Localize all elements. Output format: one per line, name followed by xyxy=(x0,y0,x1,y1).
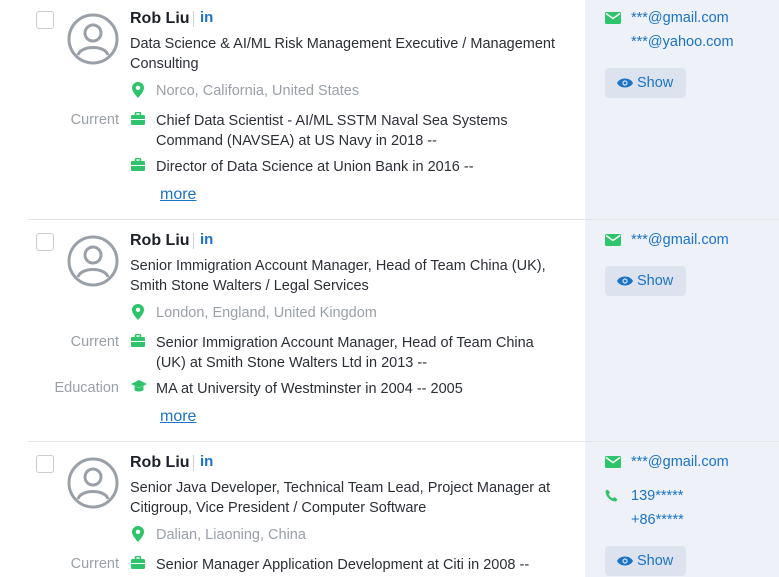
current-position: Senior Manager Application Development a… xyxy=(156,557,530,573)
profile-name[interactable]: Rob Liu xyxy=(130,454,190,472)
current-position: Chief Data Scientist - AI/ML SSTM Naval … xyxy=(156,113,508,149)
select-checkbox[interactable] xyxy=(36,455,54,473)
eye-icon xyxy=(617,78,633,88)
more-link[interactable]: more xyxy=(160,186,196,204)
linkedin-icon[interactable]: in xyxy=(200,453,213,470)
profile-name[interactable]: Rob Liu xyxy=(130,232,190,250)
name-separator xyxy=(193,11,194,27)
email-address[interactable]: ***@yahoo.com xyxy=(631,34,734,50)
profile-location: Dalian, Liaoning, China xyxy=(156,527,306,543)
briefcase-icon xyxy=(131,334,145,347)
show-contact-button[interactable]: Show xyxy=(605,266,686,296)
briefcase-icon xyxy=(131,158,145,171)
email-address[interactable]: ***@gmail.com xyxy=(631,454,729,470)
profile-location: London, England, United Kingdom xyxy=(156,305,377,321)
show-contact-button[interactable]: Show xyxy=(605,68,686,98)
email-icon xyxy=(605,456,621,468)
education-label: Education xyxy=(54,380,120,396)
avatar-icon xyxy=(67,235,119,287)
more-link[interactable]: more xyxy=(160,408,196,426)
email-address[interactable]: ***@gmail.com xyxy=(631,10,729,26)
show-contact-button[interactable]: Show xyxy=(605,546,686,576)
show-label: Show xyxy=(637,75,674,91)
phone-number[interactable]: 139***** xyxy=(631,488,683,504)
email-icon xyxy=(605,12,621,24)
select-checkbox[interactable] xyxy=(36,11,54,29)
card-divider xyxy=(28,441,779,442)
avatar-icon xyxy=(67,457,119,509)
linkedin-icon[interactable]: in xyxy=(200,9,213,26)
current-position: Director of Data Science at Union Bank i… xyxy=(156,159,474,175)
current-label: Current xyxy=(70,556,119,572)
briefcase-icon xyxy=(131,112,145,125)
avatar-icon xyxy=(67,13,119,65)
profile-headline: Data Science & AI/ML Risk Management Exe… xyxy=(130,36,556,72)
show-label: Show xyxy=(637,553,674,569)
profile-name[interactable]: Rob Liu xyxy=(130,10,190,28)
current-label: Current xyxy=(70,112,119,128)
phone-icon xyxy=(605,489,618,502)
location-pin-icon xyxy=(132,304,144,320)
select-checkbox[interactable] xyxy=(36,233,54,251)
phone-number[interactable]: +86***** xyxy=(631,512,684,528)
briefcase-icon xyxy=(131,556,145,569)
name-separator xyxy=(193,455,194,471)
profile-location: Norco, California, United States xyxy=(156,83,360,99)
current-position: Senior Immigration Account Manager, Head… xyxy=(156,335,534,371)
profile-headline: Senior Java Developer, Technical Team Le… xyxy=(130,480,551,516)
email-address[interactable]: ***@gmail.com xyxy=(631,232,729,248)
graduation-cap-icon xyxy=(131,380,147,392)
eye-icon xyxy=(617,276,633,286)
name-separator xyxy=(193,233,194,249)
location-pin-icon xyxy=(132,526,144,542)
current-label: Current xyxy=(70,334,119,350)
eye-icon xyxy=(617,556,633,566)
location-pin-icon xyxy=(132,82,144,98)
profile-headline: Senior Immigration Account Manager, Head… xyxy=(130,258,546,294)
card-divider xyxy=(28,219,779,220)
linkedin-icon[interactable]: in xyxy=(200,231,213,248)
show-label: Show xyxy=(637,273,674,289)
email-icon xyxy=(605,234,621,246)
education-entry: MA at University of Westminster in 2004 … xyxy=(156,381,463,397)
